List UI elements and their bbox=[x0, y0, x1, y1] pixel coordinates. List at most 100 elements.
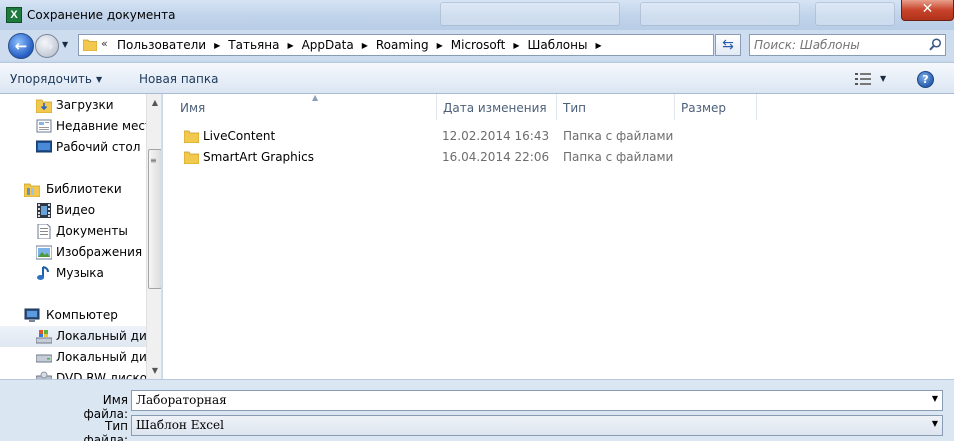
filename-label: Имя файла: bbox=[83, 393, 128, 421]
background-window-ghost bbox=[640, 2, 800, 26]
organize-button[interactable]: Упорядочить ▼ bbox=[10, 72, 102, 86]
sidebar-item-local-disk[interactable]: Локальный диск bbox=[0, 347, 161, 368]
background-window-ghost bbox=[440, 2, 620, 26]
sidebar-item-label: Недавние места bbox=[56, 119, 160, 133]
desktop-icon bbox=[36, 140, 52, 153]
column-header-label: Размер bbox=[681, 101, 727, 115]
organize-label: Упорядочить bbox=[10, 72, 92, 86]
drive-icon bbox=[36, 354, 52, 363]
folder-icon bbox=[184, 151, 199, 164]
close-icon: ✕ bbox=[921, 1, 934, 17]
sidebar-item-label: Видео bbox=[56, 203, 96, 217]
filetype-value: Шаблон Excel bbox=[136, 418, 224, 432]
breadcrumb-separator-icon[interactable]: ▶ bbox=[362, 41, 368, 52]
column-header-date[interactable]: Дата изменения bbox=[437, 94, 557, 120]
search-input[interactable] bbox=[754, 37, 924, 53]
scroll-up-icon[interactable]: ▲ bbox=[147, 94, 161, 111]
sidebar-item-video[interactable]: Видео bbox=[0, 200, 146, 221]
new-folder-button[interactable]: Новая папка bbox=[139, 72, 218, 86]
help-icon[interactable]: ? bbox=[917, 71, 934, 88]
search-icon[interactable] bbox=[929, 38, 942, 51]
file-name: SmartArt Graphics bbox=[203, 150, 314, 164]
sort-ascending-icon: ▲ bbox=[312, 93, 319, 102]
sidebar-item-music[interactable]: Музыка bbox=[0, 263, 146, 284]
documents-icon bbox=[37, 224, 51, 239]
view-options-dropdown-icon[interactable]: ▼ bbox=[880, 74, 886, 83]
breadcrumb-separator-icon[interactable]: ▶ bbox=[437, 41, 443, 52]
column-header-name[interactable]: Имя ▲ bbox=[174, 93, 437, 120]
column-header-size[interactable]: Размер bbox=[675, 94, 757, 120]
breadcrumb-item[interactable]: Татьяна bbox=[228, 38, 279, 52]
system-drive-icon bbox=[36, 330, 52, 344]
filename-field[interactable]: Лабораторная ▼ bbox=[131, 390, 943, 411]
file-row[interactable]: LiveContent 12.02.2014 16:43 Папка с фай… bbox=[163, 126, 763, 147]
file-date: 12.02.2014 16:43 bbox=[442, 129, 550, 143]
chevron-down-icon: ▼ bbox=[95, 75, 103, 84]
breadcrumb-separator-icon[interactable]: ▶ bbox=[595, 41, 601, 52]
recent-places-icon bbox=[36, 119, 52, 133]
breadcrumb-overflow-icon[interactable]: « bbox=[101, 37, 108, 50]
scrollbar-thumb[interactable] bbox=[148, 149, 161, 289]
recent-pages-dropdown-icon[interactable]: ▼ bbox=[62, 40, 68, 49]
forward-button[interactable]: → bbox=[35, 34, 59, 58]
sidebar-item-libraries[interactable]: Библиотеки bbox=[0, 179, 146, 200]
column-header-type[interactable]: Тип bbox=[557, 94, 675, 120]
file-row[interactable]: SmartArt Graphics 16.04.2014 22:06 Папка… bbox=[163, 147, 763, 168]
scrollbar-grip-icon: ≡ bbox=[150, 156, 157, 165]
chevron-down-icon[interactable]: ▼ bbox=[932, 419, 938, 428]
computer-icon bbox=[24, 308, 40, 322]
scroll-down-icon[interactable]: ▼ bbox=[147, 362, 161, 379]
breadcrumb-separator-icon[interactable]: ▶ bbox=[287, 41, 293, 52]
close-button[interactable]: ✕ bbox=[901, 0, 954, 21]
sidebar-item-label: Музыка bbox=[56, 266, 104, 280]
sidebar-scrollbar[interactable]: ▲ ≡ ▼ bbox=[146, 94, 161, 379]
back-button[interactable]: ← bbox=[8, 33, 34, 59]
navigation-pane: Загрузки Недавние места Рабочий стол Биб… bbox=[0, 94, 162, 379]
filename-value: Лабораторная bbox=[136, 393, 227, 407]
sidebar-item-desktop[interactable]: Рабочий стол bbox=[0, 137, 146, 158]
breadcrumb-item[interactable]: Пользователи bbox=[117, 38, 206, 52]
folder-icon bbox=[83, 39, 97, 51]
excel-app-icon: X bbox=[6, 7, 22, 23]
breadcrumb-item[interactable]: Roaming bbox=[376, 38, 429, 52]
refresh-button[interactable]: ⇆ bbox=[715, 34, 741, 56]
sidebar-item-downloads[interactable]: Загрузки bbox=[0, 95, 146, 116]
new-folder-label: Новая папка bbox=[139, 72, 219, 86]
file-name: LiveContent bbox=[203, 129, 276, 143]
sidebar-item-recent-places[interactable]: Недавние места bbox=[0, 116, 159, 137]
breadcrumb-item[interactable]: Microsoft bbox=[451, 38, 506, 52]
dvd-drive-icon bbox=[36, 371, 52, 379]
sidebar-item-label: Компьютер bbox=[46, 308, 118, 322]
downloads-folder-icon bbox=[36, 99, 52, 113]
background-window-ghost bbox=[815, 2, 895, 26]
title-bar: X Сохранение документа ✕ bbox=[0, 0, 954, 30]
breadcrumb-item[interactable]: Шаблоны bbox=[528, 38, 588, 52]
sidebar-item-label: Рабочий стол bbox=[56, 140, 141, 154]
sidebar-item-label: Загрузки bbox=[56, 98, 114, 112]
sidebar-item-dvd-drive[interactable]: DVD RW дисковод bbox=[0, 368, 161, 379]
forward-arrow-icon: → bbox=[40, 37, 54, 55]
folder-icon bbox=[184, 130, 199, 143]
music-icon bbox=[37, 266, 49, 280]
filetype-label: Тип файла: bbox=[83, 419, 128, 441]
column-header-label: Тип bbox=[563, 101, 586, 115]
sidebar-item-label: Документы bbox=[56, 224, 128, 238]
breadcrumb-separator-icon[interactable]: ▶ bbox=[214, 41, 220, 52]
breadcrumb-separator-icon[interactable]: ▶ bbox=[513, 41, 519, 52]
file-type: Папка с файлами bbox=[563, 150, 674, 164]
breadcrumb-item[interactable]: AppData bbox=[302, 38, 354, 52]
sidebar-item-pictures[interactable]: Изображения bbox=[0, 242, 146, 263]
sidebar-item-documents[interactable]: Документы bbox=[0, 221, 146, 242]
search-box[interactable] bbox=[749, 34, 946, 56]
libraries-icon bbox=[24, 183, 40, 197]
view-details-icon[interactable] bbox=[855, 73, 871, 85]
sidebar-item-computer[interactable]: Компьютер bbox=[0, 305, 146, 326]
address-bar[interactable]: « Пользователи ▶ Татьяна ▶ AppData ▶ Roa… bbox=[78, 34, 783, 56]
sidebar-item-local-disk-c[interactable]: Локальный диск bbox=[0, 326, 161, 347]
chevron-down-icon[interactable]: ▼ bbox=[932, 394, 938, 403]
command-bar: Упорядочить ▼ Новая папка ▼ ? bbox=[0, 62, 954, 94]
filetype-select[interactable]: Шаблон Excel ▼ bbox=[131, 415, 943, 436]
file-type: Папка с файлами bbox=[563, 129, 674, 143]
save-options-panel: Имя файла: Лабораторная ▼ Тип файла: Шаб… bbox=[0, 379, 954, 441]
file-date: 16.04.2014 22:06 bbox=[442, 150, 550, 164]
